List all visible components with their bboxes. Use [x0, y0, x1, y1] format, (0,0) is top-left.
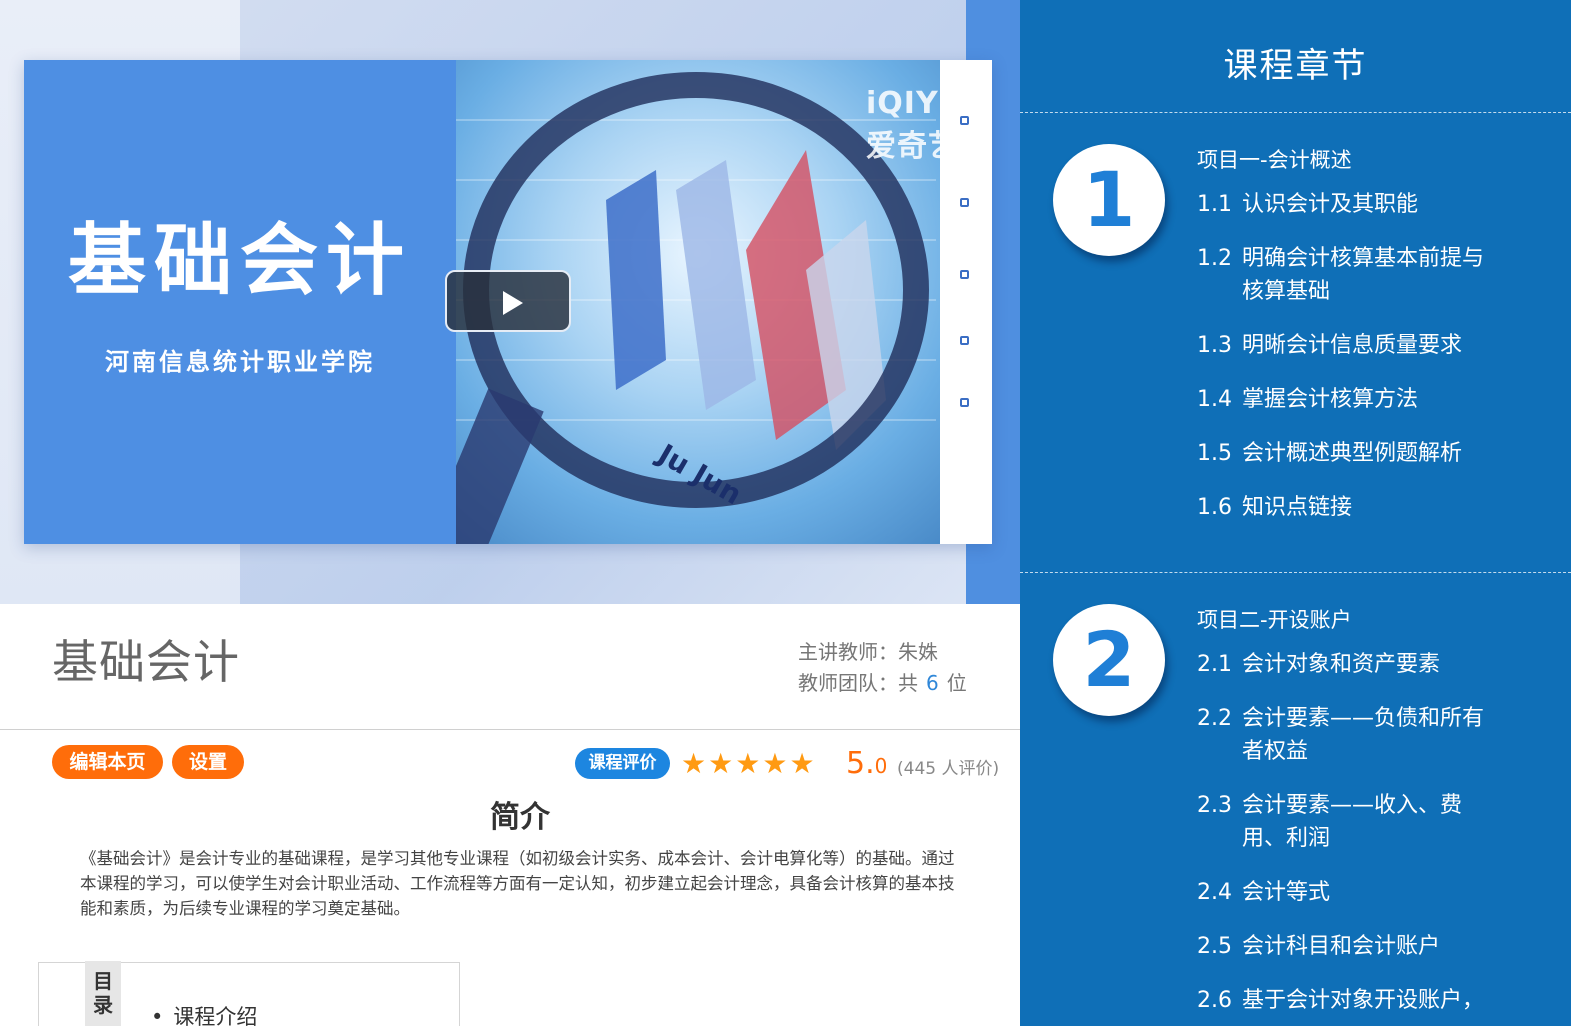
nav-dot-icon [960, 398, 969, 407]
chapter-link[interactable]: 1.6 知识点链接 [1197, 491, 1504, 524]
chapter-link[interactable]: 2.2 会计要素——负债和所有者权益 [1197, 702, 1504, 768]
chapter-link[interactable]: 2.6 基于会计对象开设账户， [1197, 984, 1504, 1017]
play-button[interactable] [445, 270, 571, 332]
chapter-title: 会计要素——收入、费用、利润 [1242, 793, 1463, 851]
score-main: 5. [846, 746, 875, 781]
rating-count: (445 人评价) [897, 759, 1000, 779]
chapter-link[interactable]: 2.4 会计等式 [1197, 876, 1504, 909]
star-icon: ★ [708, 747, 734, 780]
chapter-title: 会计要素——负债和所有者权益 [1242, 706, 1485, 764]
cover-title: 基础会计 [67, 216, 412, 306]
chapter-number: 2.2 [1197, 706, 1232, 731]
video-side-strip [940, 60, 992, 544]
chapter-title: 明确会计核算基本前提与核算基础 [1242, 246, 1485, 304]
score-decimal: 0 [874, 754, 888, 778]
course-page: 基础会计 河南信息统计职业学院 Ju Jun iQIYI 爱奇艺 基础会计 主讲… [0, 0, 1571, 1026]
chapter-link[interactable]: 1.5 会计概述典型例题解析 [1197, 437, 1504, 470]
course-title: 基础会计 [52, 635, 240, 689]
chapter-number: 1.4 [1197, 387, 1232, 412]
intro-heading: 简介 [490, 800, 550, 835]
star-icon: ★ [681, 747, 707, 780]
nav-dot-icon [960, 270, 969, 279]
chapter-title: 会计科目和会计账户 [1242, 934, 1441, 959]
chapter-number: 2.3 [1197, 793, 1232, 818]
cover-subtitle: 河南信息统计职业学院 [105, 348, 375, 376]
chapter-number: 1.2 [1197, 246, 1232, 271]
chapter-link[interactable]: 1.1 认识会计及其职能 [1197, 188, 1504, 221]
chapter-title: 会计概述典型例题解析 [1242, 441, 1463, 466]
course-rating-button[interactable]: 课程评价 [575, 748, 670, 779]
chapter-sidebar: 课程章节 1 项目一-会计概述 1.1 认识会计及其职能 1.2 明确会计核算基本前… [1020, 0, 1571, 1026]
chapter-link[interactable]: 2.1 会计对象和资产要素 [1197, 648, 1504, 681]
chapter-title: 明晰会计信息质量要求 [1242, 333, 1463, 358]
chapter-link[interactable]: 2.5 会计科目和会计账户 [1197, 930, 1504, 963]
nav-dot-icon [960, 116, 969, 125]
dashed-divider [1020, 572, 1571, 573]
toc-item[interactable]: 课程介绍 [151, 1001, 257, 1026]
star-icon: ★ [789, 747, 815, 780]
chapter-link[interactable]: 1.2 明确会计核算基本前提与核算基础 [1197, 242, 1504, 308]
chapter-link[interactable]: 1.3 明晰会计信息质量要求 [1197, 329, 1504, 362]
table-of-contents: 目录 课程介绍 [38, 961, 460, 1026]
team-count[interactable]: 6 [926, 671, 939, 695]
rating-score: 5.0 [846, 746, 887, 781]
nav-dot-icon [960, 336, 969, 345]
video-player[interactable]: 基础会计 河南信息统计职业学院 Ju Jun iQIYI 爱奇艺 [0, 0, 1020, 604]
sidebar-title: 课程章节 [1223, 46, 1368, 86]
teacher-team: 教师团队：共 6 位 [798, 667, 967, 696]
project-title[interactable]: 项目一-会计概述 [1197, 144, 1352, 174]
chapter-title: 认识会计及其职能 [1242, 192, 1419, 217]
star-icon: ★ [762, 747, 788, 780]
nav-dot-icon [960, 198, 969, 207]
chapter-number: 2.6 [1197, 988, 1232, 1013]
star-icon: ★ [735, 747, 761, 780]
chapter-number: 1.1 [1197, 192, 1232, 217]
cover-panel: 基础会计 河南信息统计职业学院 [24, 60, 456, 544]
project-number-badge: 2 [1053, 604, 1165, 716]
intro-text: 《基础会计》是会计专业的基础课程，是学习其他专业课程（如初级会计实务、成本会计、… [80, 849, 955, 918]
play-icon [503, 291, 523, 315]
chapter-title: 知识点链接 [1242, 495, 1353, 520]
toc-tab[interactable]: 目录 [85, 961, 121, 1026]
chapter-number: 1.6 [1197, 495, 1232, 520]
chapter-title: 基于会计对象开设账户， [1242, 988, 1485, 1013]
settings-button[interactable]: 设置 [172, 745, 244, 779]
chapter-number: 2.5 [1197, 934, 1232, 959]
lead-teacher: 主讲教师：朱姝 [798, 640, 938, 664]
chapter-link[interactable]: 2.3 会计要素——收入、费用、利润 [1197, 789, 1504, 855]
chapter-number: 1.3 [1197, 333, 1232, 358]
chapter-title: 会计等式 [1242, 880, 1331, 905]
divider [0, 729, 1020, 730]
team-label-prefix: 教师团队：共 [798, 671, 918, 695]
project-number-badge: 1 [1053, 144, 1165, 256]
team-label-suffix: 位 [946, 671, 967, 695]
edit-page-button[interactable]: 编辑本页 [52, 745, 163, 779]
chapter-title: 会计对象和资产要素 [1242, 652, 1441, 677]
dashed-divider [1020, 112, 1571, 113]
chapter-number: 2.1 [1197, 652, 1232, 677]
project-title[interactable]: 项目二-开设账户 [1197, 604, 1352, 634]
chapter-link[interactable]: 1.4 掌握会计核算方法 [1197, 383, 1504, 416]
chapter-number: 2.4 [1197, 880, 1232, 905]
rating-stars: ★ ★ ★ ★ ★ [681, 748, 815, 780]
chapter-number: 1.5 [1197, 441, 1232, 466]
chapter-title: 掌握会计核算方法 [1242, 387, 1419, 412]
